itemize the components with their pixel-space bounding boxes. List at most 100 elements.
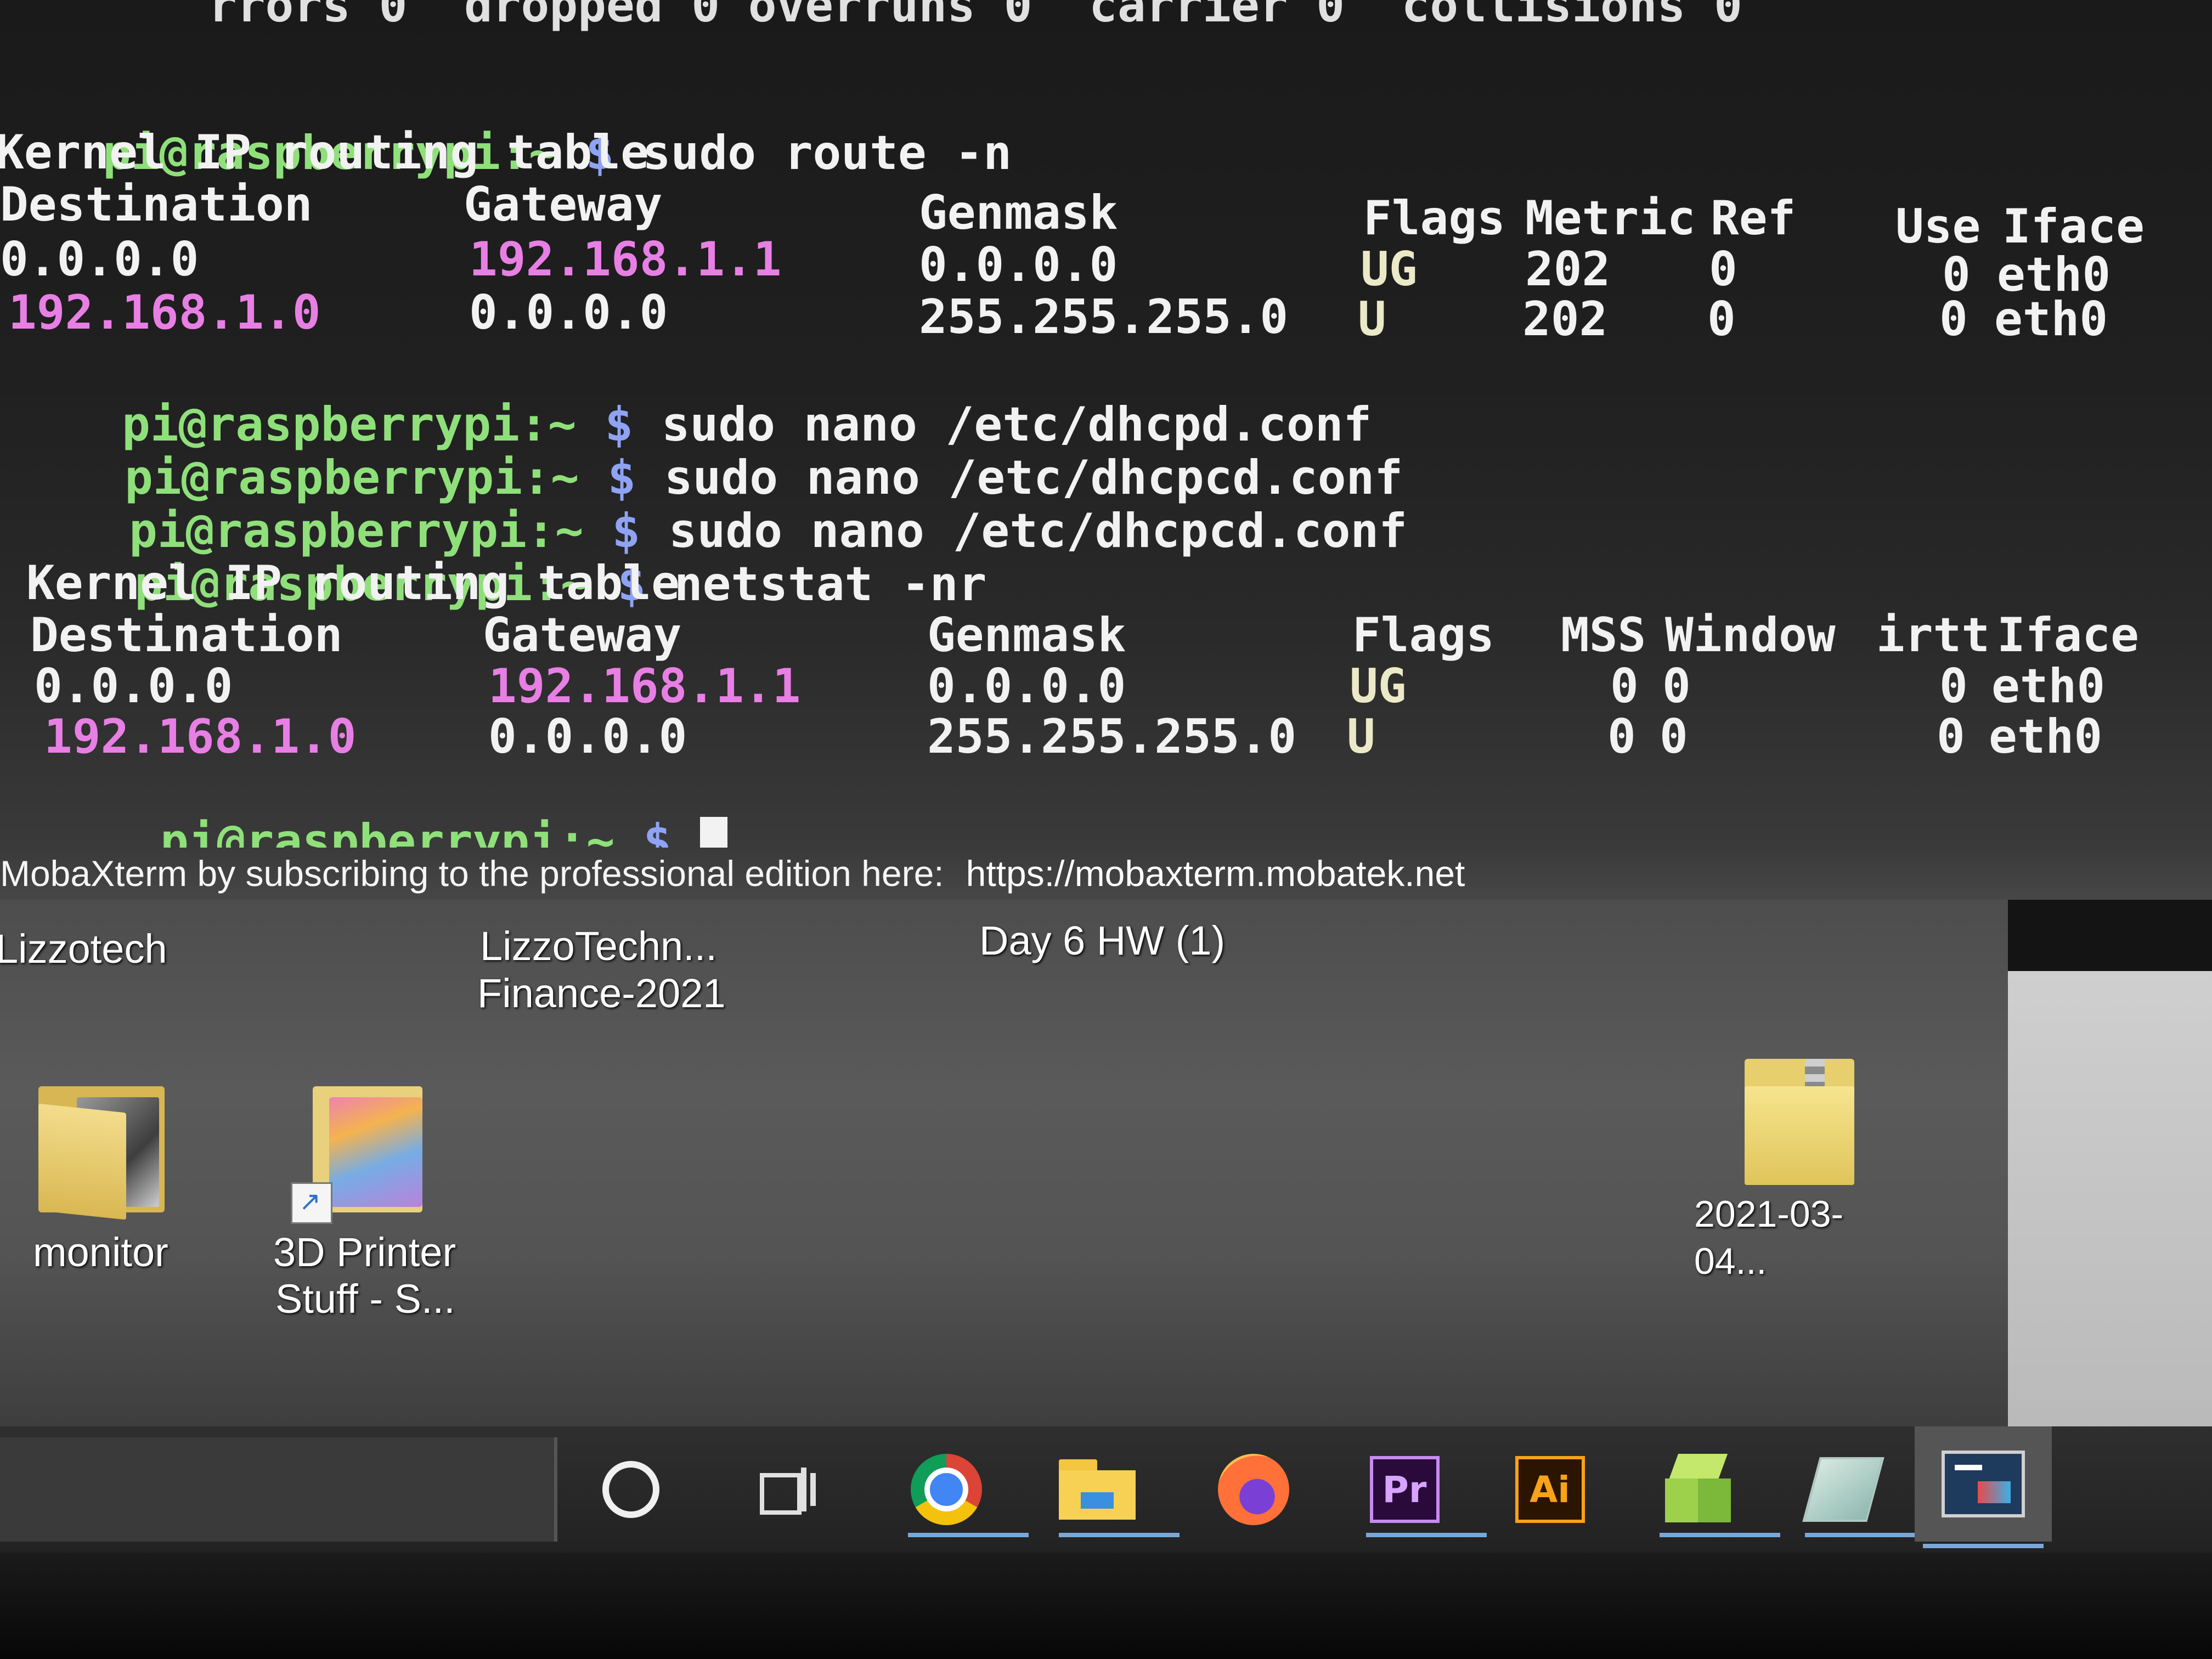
file-explorer-icon: [1059, 1459, 1136, 1520]
terminal-command-line: pi@raspberrypi:~ $: [47, 763, 727, 848]
command-text: sudo route -n: [642, 126, 1012, 180]
netstat-destination: 192.168.1.0: [44, 709, 357, 764]
netstat-flags: UG: [1350, 659, 1407, 714]
netstat-window: 0: [1660, 709, 1688, 764]
mobaxterm-promo-banner: MobaXterm by subscribing to the professi…: [0, 848, 2212, 900]
netstat-destination: 0.0.0.0: [34, 659, 233, 714]
header-irtt: irtt: [1876, 608, 1990, 663]
route-destination: 192.168.1.0: [8, 285, 321, 340]
header-flags: Flags: [1352, 608, 1494, 663]
side-window-edge: [2008, 900, 2212, 1443]
route-genmask: 0.0.0.0: [919, 238, 1118, 292]
route-use: 0: [1939, 292, 1968, 347]
netstat-genmask: 255.255.255.0: [927, 709, 1297, 764]
mobaxterm-icon: [1942, 1451, 2025, 1517]
netstat-irtt: 0: [1937, 709, 1965, 764]
routing-table-title: Kernel IP routing table: [0, 125, 649, 180]
premiere-pro-icon: Pr: [1369, 1456, 1440, 1523]
netstat-table-row: 0.0.0.0 192.168.1.1 0.0.0.0 UG 0 0 0 eth…: [0, 660, 2212, 715]
taskbar-firefox[interactable]: [1210, 1448, 1297, 1531]
taskbar-search-box[interactable]: [0, 1437, 557, 1542]
netstat-irtt: 0: [1939, 659, 1968, 714]
promo-link[interactable]: https://mobaxterm.mobatek.net: [966, 853, 1465, 894]
desktop-area[interactable]: Lizzotech LizzoTechn... Finance-2021 Day…: [0, 900, 2008, 1443]
netstat-table-header: Destination Gateway Genmask Flags MSS Wi…: [0, 609, 2212, 664]
prism-icon: [1802, 1457, 1884, 1522]
route-metric: 202: [1522, 292, 1608, 347]
desktop-icon-label: monitor: [33, 1229, 168, 1275]
cube-icon: [1662, 1454, 1734, 1525]
chrome-icon: [911, 1454, 982, 1525]
taskbar-app[interactable]: [1799, 1448, 1926, 1537]
running-indicator: [1805, 1533, 1926, 1537]
desktop-item-label[interactable]: Day 6 HW (1): [979, 917, 1225, 964]
header-mss: MSS: [1561, 608, 1646, 663]
command-text: netstat -nr: [674, 557, 987, 612]
netstat-gateway: 192.168.1.1: [488, 659, 801, 714]
netstat-table-row: 192.168.1.0 0.0.0.0 255.255.255.0 U 0 0 …: [0, 710, 2212, 765]
running-indicator: [1660, 1533, 1780, 1537]
route-ref: 0: [1707, 292, 1736, 347]
desktop-icon-3d-printer[interactable]: ↗ 3D Printer Stuff - S...: [269, 1086, 477, 1350]
cortana-button[interactable]: [587, 1448, 675, 1531]
header-iface: Iface: [1997, 608, 2139, 663]
netstat-window: 0: [1662, 659, 1691, 714]
cortana-circle-icon: [602, 1461, 659, 1518]
promo-text: MobaXterm by subscribing to the professi…: [0, 853, 944, 894]
running-indicator: [1059, 1533, 1180, 1537]
routing-table-title: Kernel IP routing table: [26, 556, 680, 611]
taskbar: Pr Ai: [0, 1426, 2212, 1553]
header-destination: Destination: [0, 177, 313, 232]
netstat-flags: U: [1347, 709, 1375, 764]
taskbar-3d-builder[interactable]: [1654, 1448, 1780, 1537]
netstat-mss: 0: [1610, 659, 1639, 714]
taskbar-illustrator[interactable]: Ai: [1506, 1448, 1594, 1531]
route-table-row: 0.0.0.0 192.168.1.1 0.0.0.0 UG 202 0 0 e…: [0, 232, 2212, 301]
route-flags: U: [1358, 292, 1386, 347]
route-table-header: Destination Gateway Genmask Flags Metric…: [0, 177, 2212, 253]
terminal-top-line: rrors 0 dropped 0 overruns 0 carrier 0 c…: [208, 0, 1742, 33]
desktop-icon-label: Stuff - S...: [275, 1276, 455, 1322]
running-indicator: [908, 1533, 1029, 1537]
taskbar-mobaxterm[interactable]: [1915, 1426, 2052, 1548]
firefox-icon: [1218, 1454, 1289, 1525]
netstat-mss: 0: [1607, 709, 1636, 764]
taskbar-file-explorer[interactable]: [1053, 1448, 1180, 1537]
terminal-cursor[interactable]: [699, 817, 727, 848]
route-gateway: 192.168.1.1: [469, 232, 782, 287]
header-genmask: Genmask: [919, 185, 1118, 240]
task-view-icon: [760, 1468, 816, 1515]
header-gateway: Gateway: [464, 177, 663, 232]
route-genmask: 255.255.255.0: [919, 290, 1289, 345]
terminal-prompt: pi@raspberrypi:~: [160, 814, 615, 848]
taskbar-premiere-pro[interactable]: Pr: [1361, 1448, 1487, 1537]
netstat-iface: eth0: [1989, 709, 2103, 764]
desktop-icon-monitor[interactable]: monitor: [22, 1086, 181, 1295]
netstat-genmask: 0.0.0.0: [927, 659, 1126, 714]
folder-icon: [38, 1086, 176, 1220]
netstat-gateway: 0.0.0.0: [488, 709, 687, 764]
desktop-item-label[interactable]: LizzoTechn...: [480, 923, 717, 970]
zip-folder-icon: [1745, 1059, 1865, 1190]
illustrator-icon: Ai: [1515, 1456, 1585, 1523]
task-view-button[interactable]: [743, 1448, 831, 1531]
desktop-icon-label: 2021-03-04...: [1694, 1193, 1844, 1282]
running-indicator: [1366, 1533, 1487, 1537]
desktop-item-label[interactable]: Lizzotech: [0, 926, 167, 973]
desktop-item-label[interactable]: Finance-2021: [477, 970, 726, 1017]
header-gateway: Gateway: [483, 608, 682, 663]
shortcut-folder-icon: ↗: [291, 1086, 433, 1224]
route-gateway: 0.0.0.0: [469, 285, 668, 340]
route-iface: eth0: [1994, 292, 2108, 347]
monitor-bezel: [0, 1553, 2212, 1659]
header-destination: Destination: [30, 608, 343, 663]
desktop-icon-zip[interactable]: 2021-03-04...: [1684, 1059, 1904, 1282]
taskbar-chrome[interactable]: [902, 1448, 1029, 1537]
header-window: Window: [1665, 608, 1836, 663]
netstat-iface: eth0: [1991, 659, 2106, 714]
route-table-row: 192.168.1.0 0.0.0.0 255.255.255.0 U 202 …: [0, 285, 2212, 346]
route-destination: 0.0.0.0: [0, 232, 199, 287]
terminal-window[interactable]: rrors 0 dropped 0 overruns 0 carrier 0 c…: [0, 0, 2212, 848]
header-genmask: Genmask: [927, 608, 1126, 663]
desktop-icon-label: 3D Printer: [273, 1229, 456, 1275]
